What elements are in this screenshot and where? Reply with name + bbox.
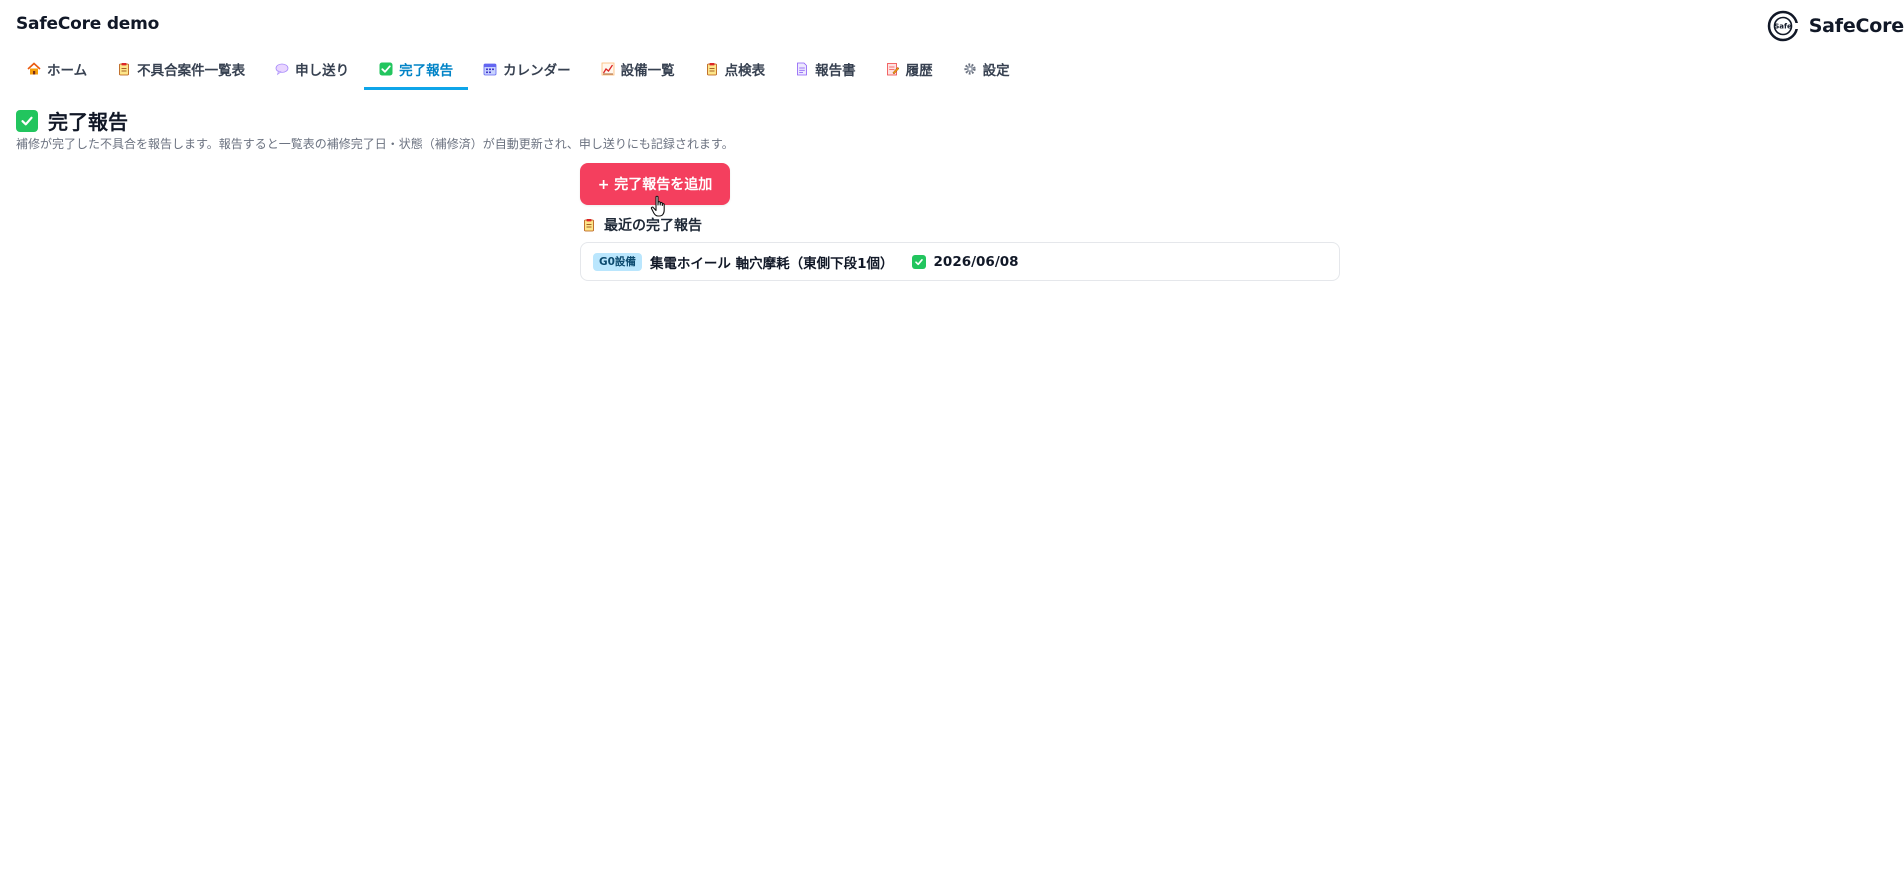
check-box-icon [911,254,926,269]
clipboard-icon [119,62,130,75]
memo-icon [886,62,899,75]
tab-label: ホーム [47,62,88,79]
tab-label: 設定 [982,62,1010,79]
chart-icon [601,62,615,75]
page-header: 完了報告 [16,106,128,135]
gear-icon [964,62,976,75]
tab-completion-report[interactable]: 完了報告 [364,50,469,90]
tab-report[interactable]: 報告書 [780,50,871,90]
tab-label: 報告書 [815,62,856,79]
brand: Safe SafeCore [1767,10,1904,42]
report-date: 2026/06/08 [933,253,1019,270]
tab-label: 設備一覧 [620,62,675,79]
tab-settings[interactable]: 設定 [948,50,1025,90]
main-nav: ホーム 不具合案件一覧表 申し送り 完了報告 カレンダー 設備一覧 点検表 報告… [12,50,1025,90]
clipboard-icon [584,219,594,232]
tab-label: 不具合案件一覧表 [137,62,246,79]
calendar-icon [483,63,497,75]
tab-label: カレンダー [503,62,571,79]
tab-defect-list[interactable]: 不具合案件一覧表 [102,50,260,90]
app-title: SafeCore demo [16,14,160,34]
tab-calendar[interactable]: カレンダー [468,50,586,90]
brand-name: SafeCore [1808,15,1904,37]
tab-equipment-list[interactable]: 設備一覧 [586,50,690,90]
tab-label: 履歴 [905,62,933,79]
document-icon [797,62,808,75]
page-description: 補修が完了した不具合を報告します。報告すると一覧表の補修完了日・状態（補修済）が… [16,137,734,151]
list-item[interactable]: G0設備 集電ホイール 軸穴摩耗（東側下段1個） 2026/06/08 [580,242,1340,281]
speech-bubble-icon [275,63,289,75]
tab-handover[interactable]: 申し送り [260,50,364,90]
safecore-logo-icon: Safe [1767,10,1799,42]
tab-history[interactable]: 履歴 [871,50,948,90]
tab-home[interactable]: ホーム [12,50,102,90]
logo-text: Safe [1774,23,1792,31]
report-title: 集電ホイール 軸穴摩耗（東側下段1個） [649,255,894,272]
tab-label: 完了報告 [399,62,454,79]
check-box-icon [379,62,393,75]
tab-inspection-sheet[interactable]: 点検表 [690,50,781,90]
recent-reports-title: 最近の完了報告 [604,218,702,234]
recent-reports-header: 最近の完了報告 [582,215,702,235]
clipboard-icon [706,62,717,75]
check-box-icon [16,109,38,132]
tab-label: 申し送り [295,62,350,79]
tab-label: 点検表 [724,62,766,79]
equipment-tag: G0設備 [593,252,642,271]
page-title: 完了報告 [48,110,128,134]
house-icon [27,61,41,74]
